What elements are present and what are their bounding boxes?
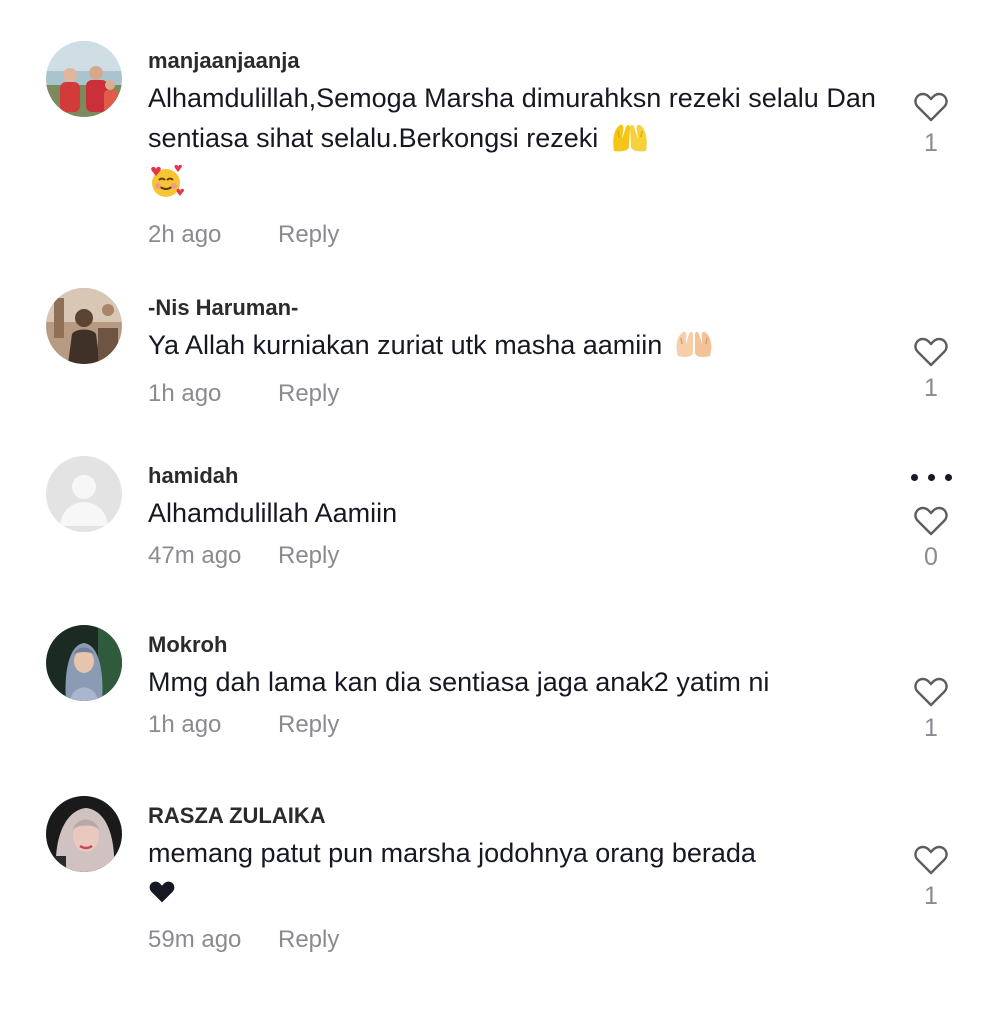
comment-text: Ya Allah kurniakan zuriat utk masha aami…	[148, 325, 888, 371]
comment-time: 2h ago	[148, 221, 222, 248]
like-column: 1	[900, 337, 962, 403]
comment-text-content: Ya Allah kurniakan zuriat utk masha aami…	[148, 330, 663, 360]
default-avatar-icon[interactable]	[46, 456, 122, 532]
comment-text-content: Mmg dah lama kan dia sentiasa jaga anak2…	[148, 667, 770, 697]
avatar[interactable]	[46, 41, 122, 117]
username[interactable]: hamidah	[148, 463, 888, 489]
heart-outline-icon[interactable]	[914, 677, 948, 707]
username[interactable]: -Nis Haruman-	[148, 295, 888, 321]
heart-outline-icon[interactable]	[914, 92, 948, 122]
like-column: 1	[900, 92, 962, 158]
reply-button[interactable]: Reply	[278, 710, 339, 740]
comment-meta: 2h ago Reply	[148, 220, 888, 250]
comment-meta: 1h ago Reply	[148, 710, 888, 740]
like-count: 1	[924, 714, 938, 742]
black-heart-emoji	[148, 875, 176, 915]
avatar[interactable]	[46, 796, 122, 872]
heart-outline-icon[interactable]	[914, 845, 948, 875]
more-horizontal-icon[interactable]	[908, 468, 956, 488]
comment-time: 59m ago	[148, 926, 242, 953]
avatar[interactable]	[46, 288, 122, 364]
username[interactable]: manjaanjaanja	[148, 48, 888, 74]
reply-button[interactable]: Reply	[278, 925, 339, 955]
heart-outline-icon[interactable]	[914, 337, 948, 367]
like-count: 1	[924, 129, 938, 157]
comment-time: 47m ago	[148, 542, 242, 569]
username[interactable]: Mokroh	[148, 632, 888, 658]
heart-outline-icon[interactable]	[914, 506, 948, 536]
comment-meta: 1h ago Reply	[148, 379, 888, 409]
avatar[interactable]	[46, 625, 122, 701]
reply-button[interactable]: Reply	[278, 379, 339, 409]
like-count: 1	[924, 374, 938, 402]
like-count: 0	[924, 543, 938, 571]
comment-time: 1h ago	[148, 380, 222, 407]
comment-text-content: Alhamdulillah Aamiin	[148, 498, 398, 528]
open-hands-emoji	[674, 328, 714, 371]
like-column: 0	[900, 506, 962, 572]
comment-text: Alhamdulillah,Semoga Marsha dimurahksn r…	[148, 78, 888, 210]
like-column: 1	[900, 677, 962, 743]
reply-button[interactable]: Reply	[278, 220, 339, 250]
reply-button[interactable]: Reply	[278, 541, 339, 571]
comment-meta: 59m ago Reply	[148, 925, 888, 955]
comment-text-content: Alhamdulillah,Semoga Marsha dimurahksn r…	[148, 83, 876, 153]
like-count: 1	[924, 882, 938, 910]
comment-meta: 47m ago Reply	[148, 541, 888, 571]
comment-text: memang patut pun marsha jodohnya orang b…	[148, 833, 888, 915]
comment-time: 1h ago	[148, 711, 222, 738]
comment-text: Alhamdulillah Aamiin	[148, 493, 888, 533]
like-column: 1	[900, 845, 962, 911]
raised-hands-emoji	[610, 121, 650, 164]
comment-text: Mmg dah lama kan dia sentiasa jaga anak2…	[148, 662, 888, 702]
username[interactable]: RASZA ZULAIKA	[148, 803, 888, 829]
comment-text-content: memang patut pun marsha jodohnya orang b…	[148, 838, 756, 868]
smiling-face-with-hearts-emoji	[148, 164, 184, 210]
